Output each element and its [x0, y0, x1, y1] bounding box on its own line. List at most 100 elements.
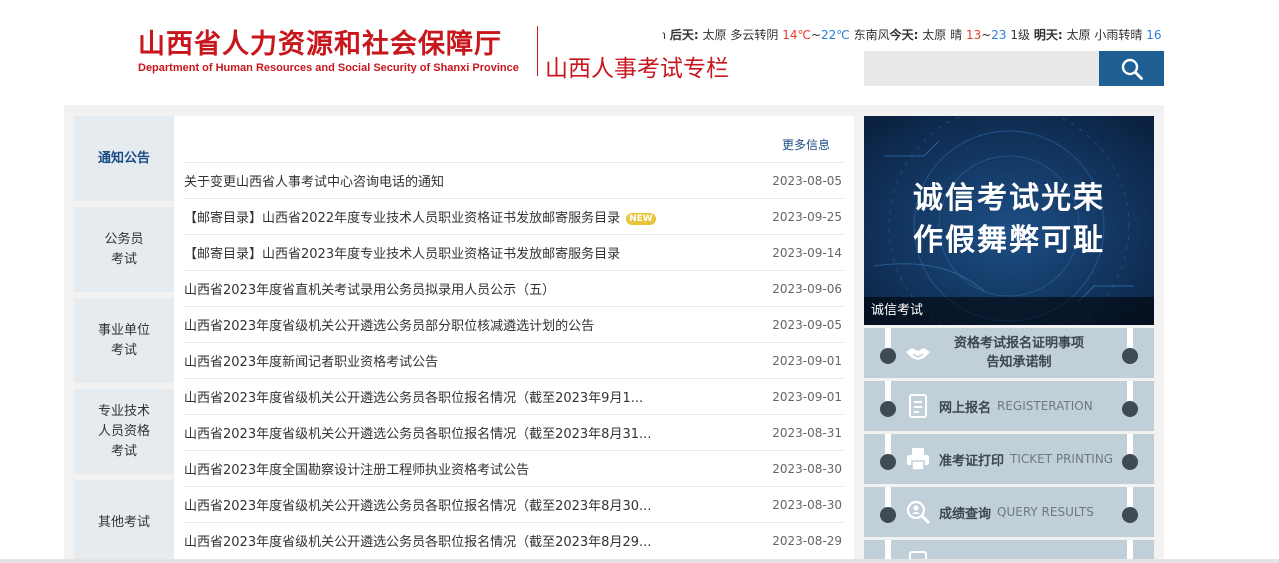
tab-label: 专业技术 人员资格 考试 — [97, 403, 150, 459]
news-title[interactable]: 山西省2023年度省级机关公开遴选公务员各职位报名情况（截至2023年8月29.… — [184, 531, 651, 550]
news-date: 2023-08-30 — [772, 497, 842, 512]
news-item[interactable]: 山西省2023年度省级机关公开遴选公务员各职位报名情况（截至2023年8月31.… — [184, 414, 844, 450]
ticket-printing-button[interactable]: 准考证打印 TICKET PRINTING — [864, 434, 1154, 484]
service-commitment-button[interactable]: 资格考试报名证明事项 告知承诺制 — [864, 328, 1154, 378]
search-person-icon — [906, 500, 930, 524]
service-label: 准考证打印 TICKET PRINTING — [939, 434, 1113, 484]
day-after-wind: 东南风 — [853, 28, 890, 42]
form-icon — [909, 394, 927, 418]
tomorrow-temp: 16 — [1146, 28, 1162, 42]
search-icon — [1121, 58, 1143, 80]
online-registration-button[interactable]: 网上报名 REGISTERATION — [864, 381, 1154, 431]
tab-label: 公务员 考试 — [104, 231, 144, 267]
tab-label: 通知公告 — [97, 150, 150, 166]
news-date: 2023-09-14 — [772, 245, 842, 260]
search-input[interactable] — [864, 51, 1099, 86]
service-label-en: QUERY RESULTS — [997, 505, 1094, 519]
org-name-en[interactable]: Department of Human Resources and Social… — [138, 62, 519, 74]
day-after-low: 22℃ — [821, 28, 850, 42]
binder-stem — [1127, 434, 1133, 456]
news-item[interactable]: 【邮寄目录】山西省2023年度专业技术人员职业资格证书发放邮寄服务目录 2023-… — [184, 234, 844, 270]
day-after-high: 14℃ — [782, 28, 811, 42]
news-title[interactable]: 山西省2023年度省直机关考试录用公务员拟录用人员公示（五） — [184, 279, 555, 298]
news-title[interactable]: 山西省2023年度省级机关公开遴选公务员各职位报名情况（截至2023年9月1..… — [184, 387, 643, 406]
page-bottom-border — [0, 559, 1279, 563]
news-item[interactable]: 山西省2023年度省级机关公开遴选公务员各职位报名情况（截至2023年8月30.… — [184, 486, 844, 522]
tab-public-institution[interactable]: 事业单位 考试 — [74, 298, 174, 383]
news-title[interactable]: 山西省2023年度省级机关公开遴选公务员各职位报名情况（截至2023年8月31.… — [184, 423, 651, 442]
tab-notices[interactable]: 通知公告 — [74, 116, 174, 201]
service-label: 资格考试报名证明事项 告知承诺制 — [939, 328, 1099, 378]
service-label-cn: 准考证打印 — [939, 453, 1005, 469]
tomorrow-label: 明天: — [1033, 28, 1063, 42]
org-name-cn[interactable]: 山西省人力资源和社会保障厅 — [138, 22, 502, 61]
news-item[interactable]: 山西省2023年度省级机关公开遴选公务员各职位报名情况（截至2023年8月29.… — [184, 522, 844, 558]
news-date: 2023-09-01 — [772, 353, 842, 368]
news-date: 2023-08-31 — [772, 425, 842, 440]
binder-dot — [1122, 401, 1138, 417]
news-date: 2023-09-25 — [772, 209, 842, 224]
binder-dot — [880, 507, 896, 523]
tomorrow-city: 太原 — [1066, 28, 1091, 42]
news-panel: 更多信息 关于变更山西省人事考试中心咨询电话的通知 2023-08-05 【邮寄目… — [174, 116, 854, 563]
news-item[interactable]: 山西省2023年度省级机关公开遴选公务员部分职位核减遴选计划的公告 2023-09… — [184, 306, 844, 342]
news-title[interactable]: 山西省2023年度全国勘察设计注册工程师执业资格考试公告 — [184, 459, 529, 478]
banner-line-2: 作假舞弊可耻 — [913, 223, 1105, 258]
binder-stem — [885, 487, 891, 509]
day-after-condition: 多云转阴 — [730, 28, 779, 42]
tab-other-exams[interactable]: 其他考试 — [74, 480, 174, 563]
news-item[interactable]: 山西省2023年度省级机关公开遴选公务员各职位报名情况（截至2023年9月1..… — [184, 378, 844, 414]
news-title[interactable]: 山西省2023年度新闻记者职业资格考试公告 — [184, 351, 438, 370]
logo-divider — [537, 26, 538, 76]
binder-stem — [1127, 381, 1133, 403]
news-item[interactable]: 【邮寄目录】山西省2022年度专业技术人员职业资格证书发放邮寄服务目录 NEW 20… — [184, 198, 844, 234]
service-label-en: TICKET PRINTING — [1010, 452, 1114, 466]
binder-dot — [1122, 454, 1138, 470]
more-info-link[interactable]: 更多信息 — [782, 136, 830, 153]
new-badge: NEW — [626, 212, 656, 225]
search-button[interactable] — [1099, 51, 1164, 86]
tab-professional-qualification[interactable]: 专业技术 人员资格 考试 — [74, 389, 174, 474]
banner-slogan: 诚信考试光荣 作假舞弊可耻 — [864, 178, 1154, 262]
news-title[interactable]: 关于变更山西省人事考试中心咨询电话的通知 — [184, 171, 444, 190]
tab-civil-servant[interactable]: 公务员 考试 — [74, 207, 174, 292]
news-title[interactable]: 【邮寄目录】山西省2022年度专业技术人员职业资格证书发放邮寄服务目录 NEW — [184, 207, 656, 226]
binder-stem — [885, 381, 891, 403]
binder-dot — [880, 401, 896, 417]
site-header: 山西省人力资源和社会保障厅 Department of Human Resour… — [0, 0, 1279, 105]
news-date: 2023-09-06 — [772, 281, 842, 296]
news-title-text[interactable]: 【邮寄目录】山西省2022年度专业技术人员职业资格证书发放邮寄服务目录 — [184, 211, 620, 226]
news-item[interactable]: 山西省2023年度省直机关考试录用公务员拟录用人员公示（五） 2023-09-06 — [184, 270, 844, 306]
today-label: 今天: — [889, 28, 919, 42]
service-label-cn: 成绩查询 — [939, 506, 992, 522]
news-date: 2023-09-05 — [772, 317, 842, 332]
news-title[interactable]: 山西省2023年度省级机关公开遴选公务员部分职位核减遴选计划的公告 — [184, 315, 594, 334]
binder-dot — [880, 348, 896, 364]
news-item[interactable]: 关于变更山西省人事考试中心咨询电话的通知 2023-08-05 — [184, 162, 844, 198]
today-high: 13 — [965, 28, 982, 42]
news-title[interactable]: 【邮寄目录】山西省2023年度专业技术人员职业资格证书发放邮寄服务目录 — [184, 243, 620, 262]
tab-label: 其他考试 — [97, 514, 150, 530]
news-item[interactable]: 山西省2023年度新闻记者职业资格考试公告 2023-09-01 — [184, 342, 844, 378]
banner-caption: 诚信考试 — [864, 297, 1154, 325]
news-item[interactable]: 山西省2023年度全国勘察设计注册工程师执业资格考试公告 2023-08-30 — [184, 450, 844, 486]
query-results-button[interactable]: 成绩查询 QUERY RESULTS — [864, 487, 1154, 537]
news-title[interactable]: 山西省2023年度省级机关公开遴选公务员各职位报名情况（截至2023年8月30.… — [184, 495, 651, 514]
integrity-exam-banner[interactable]: 诚信考试光荣 作假舞弊可耻 诚信考试 — [864, 116, 1154, 325]
today-wind: 1级 — [1010, 28, 1031, 42]
binder-dot — [880, 454, 896, 470]
day-after-label: 后天: — [669, 28, 699, 42]
day-after-city: 太原 — [702, 28, 727, 42]
service-label-cn: 网上报名 — [939, 400, 992, 416]
news-date: 2023-08-29 — [772, 533, 842, 548]
today-sep: ~ — [981, 28, 992, 42]
service-label: 网上报名 REGISTERATION — [939, 381, 1093, 431]
binder-dot — [1122, 348, 1138, 364]
today-city: 太原 — [922, 28, 947, 42]
binder-stem — [885, 434, 891, 456]
binder-stem — [1127, 487, 1133, 509]
binder-stem — [1127, 328, 1133, 350]
today-condition: 晴 — [950, 28, 963, 42]
news-date: 2023-08-05 — [772, 173, 842, 188]
handshake-icon — [906, 348, 930, 360]
